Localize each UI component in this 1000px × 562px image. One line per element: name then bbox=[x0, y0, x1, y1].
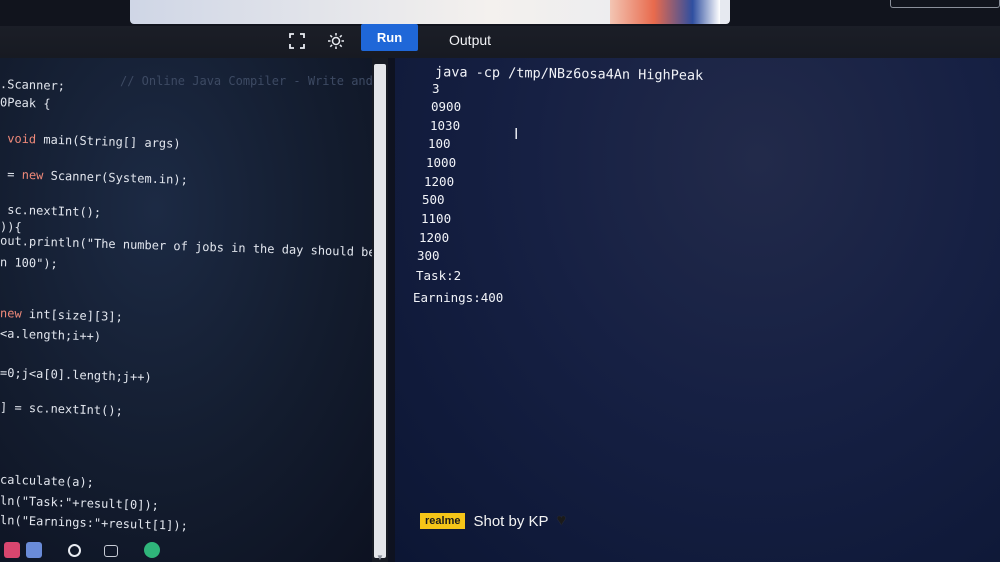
output-line: 1100 bbox=[421, 211, 452, 226]
output-line: 1000 bbox=[426, 155, 457, 170]
code-line: new int[size][3]; bbox=[0, 306, 124, 324]
code-line: =0;j<a[0].length;j++) bbox=[0, 365, 152, 385]
code-line: sc.nextInt(); bbox=[0, 202, 102, 220]
code-line: = new Scanner(System.in); bbox=[0, 167, 189, 187]
watermark-text: Shot by KP bbox=[473, 512, 549, 530]
task-view-icon[interactable] bbox=[104, 545, 118, 557]
code-line: out.println("The number of jobs in the d… bbox=[0, 233, 388, 261]
advertisement-art bbox=[610, 0, 720, 24]
scrollbar-thumb[interactable] bbox=[374, 64, 386, 558]
code-line: )){ bbox=[0, 219, 22, 235]
output-line: 100 bbox=[428, 136, 451, 151]
heart-icon: ♥ bbox=[556, 512, 567, 529]
advertisement-banner[interactable] bbox=[130, 0, 730, 24]
search-circle-icon[interactable] bbox=[68, 544, 81, 557]
output-panel bbox=[395, 58, 1000, 562]
taskbar-app-icon[interactable] bbox=[26, 542, 42, 558]
text-cursor-icon: I bbox=[514, 126, 519, 143]
editor-scrollbar[interactable]: ▼ bbox=[372, 58, 388, 562]
output-line: 500 bbox=[422, 192, 445, 207]
code-comment-line: // Online Java Compiler - Write and run … bbox=[120, 74, 388, 88]
taskbar bbox=[0, 538, 170, 562]
output-line: 3 bbox=[432, 81, 440, 96]
code-line: 0Peak { bbox=[0, 95, 51, 111]
output-line: Task:2 bbox=[416, 268, 462, 283]
output-line: Earnings:400 bbox=[413, 290, 504, 305]
output-panel-title: Output bbox=[449, 32, 492, 48]
code-line: void main(String[] args) bbox=[0, 131, 181, 151]
code-line: ln("Earnings:"+result[1]); bbox=[0, 513, 189, 533]
code-line: ln("Task:"+result[0]); bbox=[0, 493, 160, 513]
scroll-down-arrow-icon[interactable]: ▼ bbox=[376, 553, 384, 562]
photo-watermark: realme Shot by KP ♥ bbox=[420, 512, 566, 530]
output-line: 0900 bbox=[431, 99, 462, 114]
code-line: ] = sc.nextInt(); bbox=[0, 400, 124, 418]
code-line: n 100"); bbox=[0, 255, 59, 271]
code-line: calculate(a); bbox=[0, 472, 95, 490]
theme-toggle-icon[interactable] bbox=[325, 30, 347, 52]
output-line: 1200 bbox=[424, 174, 455, 189]
output-line: 1030 bbox=[430, 118, 461, 133]
code-line: .Scanner; bbox=[0, 76, 66, 94]
fullscreen-icon[interactable] bbox=[286, 30, 308, 52]
run-button[interactable]: Run bbox=[361, 24, 418, 51]
top-right-button[interactable] bbox=[890, 0, 1000, 8]
browser-top-banner bbox=[0, 0, 1000, 26]
output-line: 300 bbox=[417, 248, 440, 263]
code-editor[interactable]: // Online Java Compiler - Write and run … bbox=[0, 58, 388, 562]
output-line: 1200 bbox=[419, 230, 450, 245]
code-line: <a.length;i++) bbox=[0, 326, 102, 344]
watermark-brand: realme bbox=[420, 513, 466, 529]
browser-app-icon[interactable] bbox=[144, 542, 160, 558]
compiler-toolbar bbox=[0, 26, 1000, 58]
taskbar-app-icon[interactable] bbox=[4, 542, 20, 558]
